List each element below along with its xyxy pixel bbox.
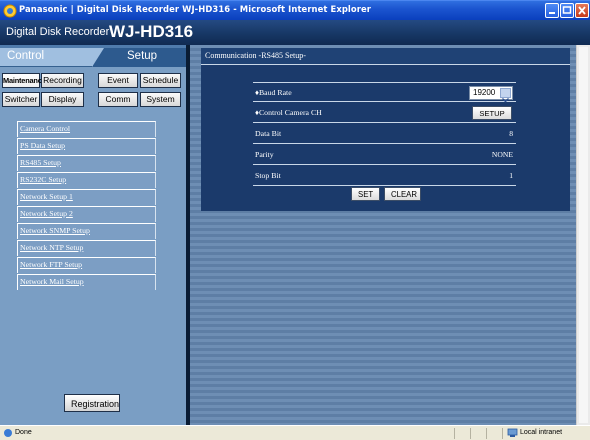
status-text: Done bbox=[15, 429, 32, 436]
baud-rate-select[interactable]: 19200 bbox=[469, 86, 513, 103]
tab-setup-label: Setup bbox=[127, 50, 158, 62]
registration-button[interactable]: Registration bbox=[64, 394, 120, 412]
stop-bit-row: Stop Bit 1 bbox=[253, 166, 516, 186]
control-camera-row: ♦Control Camera CH SETUP bbox=[253, 103, 516, 123]
panel-header: Communication -RS485 Setup- bbox=[201, 48, 570, 65]
category-maintenance-button[interactable]: Maintenance bbox=[2, 73, 46, 88]
category-schedule-button[interactable]: Schedule bbox=[140, 73, 181, 88]
menu-item-network-ntp-setup[interactable]: Network NTP Setup bbox=[17, 240, 156, 256]
app-header: Digital Disk Recorder WJ-HD316 bbox=[0, 20, 590, 45]
category-system-button[interactable]: System bbox=[140, 92, 181, 107]
status-separator bbox=[470, 428, 471, 439]
data-bit-label: Data Bit bbox=[255, 129, 282, 138]
data-bit-value: 8 bbox=[509, 129, 513, 138]
main-scrollbar[interactable] bbox=[576, 45, 590, 425]
menu-item-network-setup-2[interactable]: Network Setup 2 bbox=[17, 206, 156, 222]
setup-button[interactable]: SETUP bbox=[472, 106, 512, 120]
menu-item-rs232c-setup[interactable]: RS232C Setup bbox=[17, 172, 156, 188]
minimize-button[interactable] bbox=[545, 3, 559, 18]
menu-item-network-mail-setup[interactable]: Network Mail Setup bbox=[17, 274, 156, 290]
stop-bit-value: 1 bbox=[509, 171, 513, 180]
menu-item-label: PS Data Setup bbox=[20, 141, 66, 150]
tab-notch bbox=[92, 48, 104, 67]
menu-item-network-setup-1[interactable]: Network Setup 1 bbox=[17, 189, 156, 205]
intranet-icon bbox=[507, 428, 518, 437]
menu-item-label: RS485 Setup bbox=[20, 158, 61, 167]
stop-bit-label: Stop Bit bbox=[255, 171, 281, 180]
category-switcher-button[interactable]: Switcher bbox=[2, 92, 40, 107]
menu-item-network-ftp-setup[interactable]: Network FTP Setup bbox=[17, 257, 156, 273]
parity-row: Parity NONE bbox=[253, 145, 516, 165]
tab-control[interactable]: Control bbox=[0, 48, 93, 67]
minimize-icon bbox=[549, 12, 555, 14]
category-recording-button[interactable]: Recording bbox=[41, 73, 84, 88]
menu-item-label: Network Setup 2 bbox=[20, 209, 73, 218]
window-titlebar: Panasonic | Digital Disk Recorder WJ-HD3… bbox=[0, 0, 590, 20]
category-event-button[interactable]: Event bbox=[98, 73, 138, 88]
menu-item-label: Network Setup 1 bbox=[20, 192, 73, 201]
menu-item-network-snmp-setup[interactable]: Network SNMP Setup bbox=[17, 223, 156, 239]
menu-item-label: Network FTP Setup bbox=[20, 260, 83, 269]
menu-item-rs485-setup[interactable]: RS485 Setup bbox=[17, 155, 156, 171]
menu-item-label: RS232C Setup bbox=[20, 175, 67, 184]
parity-value: NONE bbox=[491, 150, 513, 159]
internet-explorer-icon bbox=[3, 4, 17, 18]
status-separator bbox=[502, 428, 503, 439]
security-zone-text: Local intranet bbox=[520, 429, 563, 436]
scrollbar-track[interactable] bbox=[579, 47, 588, 423]
close-button[interactable] bbox=[575, 3, 589, 18]
rs485-setup-panel: Communication -RS485 Setup- ♦Baud Rate 1… bbox=[201, 48, 570, 211]
panel-title: Communication -RS485 Setup- bbox=[205, 51, 306, 60]
baud-rate-label: ♦Baud Rate bbox=[255, 88, 292, 97]
category-comm-button[interactable]: Comm bbox=[98, 92, 138, 107]
maximize-button[interactable] bbox=[560, 3, 574, 18]
menu-item-ps-data-setup[interactable]: PS Data Setup bbox=[17, 138, 156, 154]
tab-setup[interactable]: Setup bbox=[92, 48, 186, 67]
menu-item-camera-control[interactable]: Camera Control bbox=[17, 121, 156, 137]
product-name: Digital Disk Recorder bbox=[6, 26, 110, 38]
clear-button[interactable]: CLEAR bbox=[384, 187, 421, 201]
menu-item-label: Camera Control bbox=[20, 124, 71, 133]
status-separator bbox=[454, 428, 455, 439]
category-display-button[interactable]: Display bbox=[41, 92, 84, 107]
status-separator bbox=[486, 428, 487, 439]
tab-control-label: Control bbox=[7, 50, 45, 62]
status-bar: Done Local intranet bbox=[0, 425, 590, 440]
page-icon bbox=[4, 429, 12, 437]
left-panel: Control Setup Maintenance Recording Even… bbox=[0, 45, 186, 425]
data-bit-row: Data Bit 8 bbox=[253, 124, 516, 144]
set-button[interactable]: SET bbox=[351, 187, 380, 201]
close-icon bbox=[578, 6, 586, 15]
menu-item-label: Network NTP Setup bbox=[20, 243, 84, 252]
window-title: Panasonic | Digital Disk Recorder WJ-HD3… bbox=[19, 4, 371, 14]
tab-row: Control Setup bbox=[0, 45, 186, 67]
menu-item-label: Network Mail Setup bbox=[20, 277, 84, 286]
control-camera-label: ♦Control Camera CH bbox=[255, 108, 322, 117]
menu-item-label: Network SNMP Setup bbox=[20, 226, 90, 235]
model-name: WJ-HD316 bbox=[109, 22, 194, 41]
parity-label: Parity bbox=[255, 150, 274, 159]
chevron-down-icon[interactable] bbox=[500, 88, 511, 103]
baud-rate-value: 19200 bbox=[473, 88, 496, 97]
maximize-icon bbox=[562, 6, 572, 14]
baud-rate-row: ♦Baud Rate 19200 bbox=[253, 82, 516, 103]
